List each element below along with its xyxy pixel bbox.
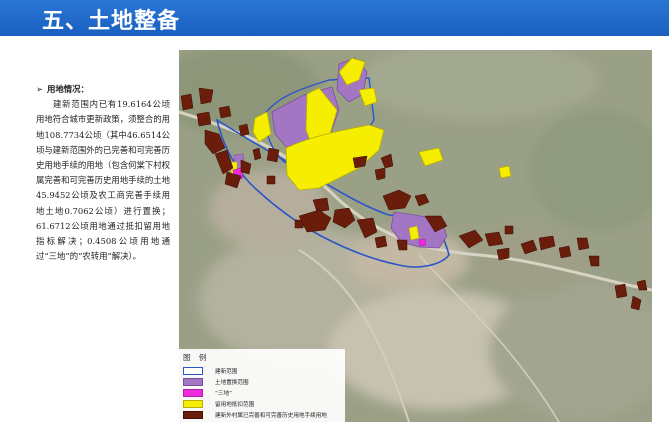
legend-item-three-land: “三地” — [183, 388, 345, 399]
arrow-bullet-icon: ➢ — [36, 84, 44, 94]
legend-item-land-replacement: 土地置换范围 — [183, 377, 345, 388]
legend-item-historical-land: 建新外村属已完善和可完善历史用地手续用地 — [183, 410, 345, 421]
legend-swatch-purple — [183, 378, 203, 386]
legend-swatch-yellow — [183, 400, 203, 408]
legend-label: 留用地抵扣范围 — [215, 402, 255, 408]
legend-item-reserved-land: 留用地抵扣范围 — [183, 399, 345, 410]
page-header: 五、土地整备 — [0, 0, 669, 36]
legend-title: 图 例 — [183, 353, 210, 362]
legend-swatch-boundary — [183, 367, 203, 375]
three-land-area — [418, 238, 427, 247]
section-heading-label: 用地情况： — [47, 84, 89, 94]
land-use-text: ➢ 用地情况： 建新范围内已有19.6164公顷用地符合城市更新政策，须整合的用地… — [36, 82, 170, 264]
section-heading: ➢ 用地情况： — [36, 82, 170, 97]
legend-label: “三地” — [215, 391, 232, 397]
reserved-land-deduction-area — [498, 165, 512, 179]
page-title: 五、土地整备 — [42, 9, 181, 34]
legend-swatch-brown — [183, 411, 203, 419]
map-legend: 图 例 建新范围 土地置换范围 “三地” 留用地抵扣范围 建新外村属已完善和可完… — [179, 349, 345, 422]
legend-label: 土地置换范围 — [215, 380, 249, 386]
legend-swatch-magenta — [183, 389, 203, 397]
legend-item-construction-boundary: 建新范围 — [183, 366, 345, 377]
legend-label: 建新外村属已完善和可完善历史用地手续用地 — [215, 413, 327, 419]
reserved-land-deduction-area — [408, 225, 420, 241]
section-body: 建新范围内已有19.6164公顷用地符合城市更新政策，须整合的用地108.773… — [36, 99, 170, 262]
legend-label: 建新范围 — [215, 369, 238, 375]
